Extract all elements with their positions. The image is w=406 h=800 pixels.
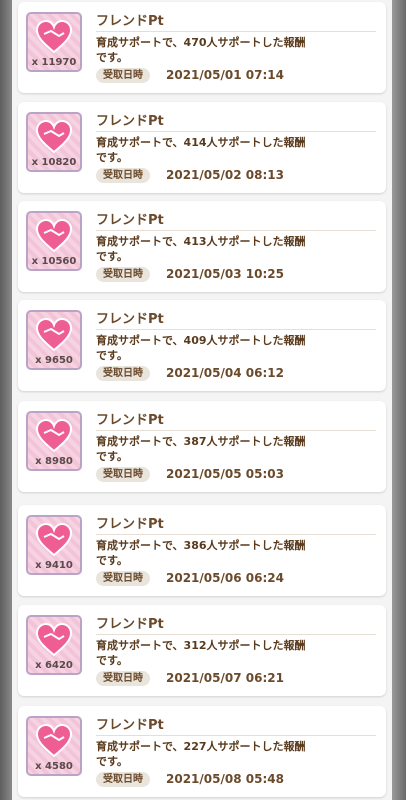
item-quantity: x 6420 [35,660,73,671]
background-left [0,0,12,800]
divider [96,31,376,32]
item-quantity: x 8980 [35,456,73,467]
friend-point-icon: x 8980 [26,411,82,471]
item-quantity: x 9410 [35,560,73,571]
received-date-label: 受取日時 [96,366,150,381]
divider [96,634,376,635]
item-name: フレンドPt [96,312,164,327]
item-description: 育成サポートで、470人サポートした報酬です。 [96,36,306,64]
list-item: x 6420 フレンドPt 育成サポートで、312人サポートした報酬です。 受取… [18,605,386,696]
item-description: 育成サポートで、414人サポートした報酬です。 [96,136,306,164]
friend-point-icon: x 4580 [26,716,82,776]
background-right [392,0,406,800]
item-description: 育成サポートで、386人サポートした報酬です。 [96,539,306,567]
item-quantity: x 4580 [35,761,73,772]
divider [96,329,376,330]
received-date-value: 2021/05/04 06:12 [166,366,284,380]
item-name: フレンドPt [96,413,164,428]
received-date-value: 2021/05/01 07:14 [166,68,284,82]
received-date-label: 受取日時 [96,571,150,586]
friend-point-icon: x 9410 [26,515,82,575]
friend-point-icon: x 10820 [26,112,82,172]
received-date-value: 2021/05/06 06:24 [166,571,284,585]
received-date-value: 2021/05/07 06:21 [166,671,284,685]
gift-history-list[interactable]: x 11970 フレンドPt 育成サポートで、470人サポートした報酬です。 受… [12,0,392,800]
divider [96,735,376,736]
received-date-label: 受取日時 [96,68,150,83]
item-description: 育成サポートで、413人サポートした報酬です。 [96,235,306,263]
item-quantity: x 11970 [31,57,77,68]
list-item: x 10560 フレンドPt 育成サポートで、413人サポートした報酬です。 受… [18,201,386,292]
item-quantity: x 10820 [31,157,77,168]
item-name: フレンドPt [96,14,164,29]
received-date-value: 2021/05/02 08:13 [166,168,284,182]
received-date-label: 受取日時 [96,467,150,482]
divider [96,131,376,132]
item-name: フレンドPt [96,617,164,632]
received-date-label: 受取日時 [96,168,150,183]
item-description: 育成サポートで、312人サポートした報酬です。 [96,639,306,667]
received-date-value: 2021/05/03 10:25 [166,267,284,281]
list-item: x 4580 フレンドPt 育成サポートで、227人サポートした報酬です。 受取… [18,706,386,797]
received-date-value: 2021/05/05 05:03 [166,467,284,481]
list-item: x 8980 フレンドPt 育成サポートで、387人サポートした報酬です。 受取… [18,401,386,492]
friend-point-icon: x 11970 [26,12,82,72]
list-item: x 10820 フレンドPt 育成サポートで、414人サポートした報酬です。 受… [18,102,386,193]
item-quantity: x 9650 [35,355,73,366]
friend-point-icon: x 10560 [26,211,82,271]
item-name: フレンドPt [96,517,164,532]
friend-point-icon: x 6420 [26,615,82,675]
received-date-label: 受取日時 [96,671,150,686]
item-name: フレンドPt [96,114,164,129]
item-description: 育成サポートで、227人サポートした報酬です。 [96,740,306,768]
list-item: x 9650 フレンドPt 育成サポートで、409人サポートした報酬です。 受取… [18,300,386,391]
received-date-value: 2021/05/08 05:48 [166,772,284,786]
received-date-label: 受取日時 [96,267,150,282]
divider [96,430,376,431]
divider [96,230,376,231]
item-description: 育成サポートで、387人サポートした報酬です。 [96,435,306,463]
friend-point-icon: x 9650 [26,310,82,370]
item-name: フレンドPt [96,213,164,228]
item-quantity: x 10560 [31,256,77,267]
received-date-label: 受取日時 [96,772,150,787]
list-item: x 11970 フレンドPt 育成サポートで、470人サポートした報酬です。 受… [18,2,386,93]
divider [96,534,376,535]
item-name: フレンドPt [96,718,164,733]
item-description: 育成サポートで、409人サポートした報酬です。 [96,334,306,362]
list-item: x 9410 フレンドPt 育成サポートで、386人サポートした報酬です。 受取… [18,505,386,596]
